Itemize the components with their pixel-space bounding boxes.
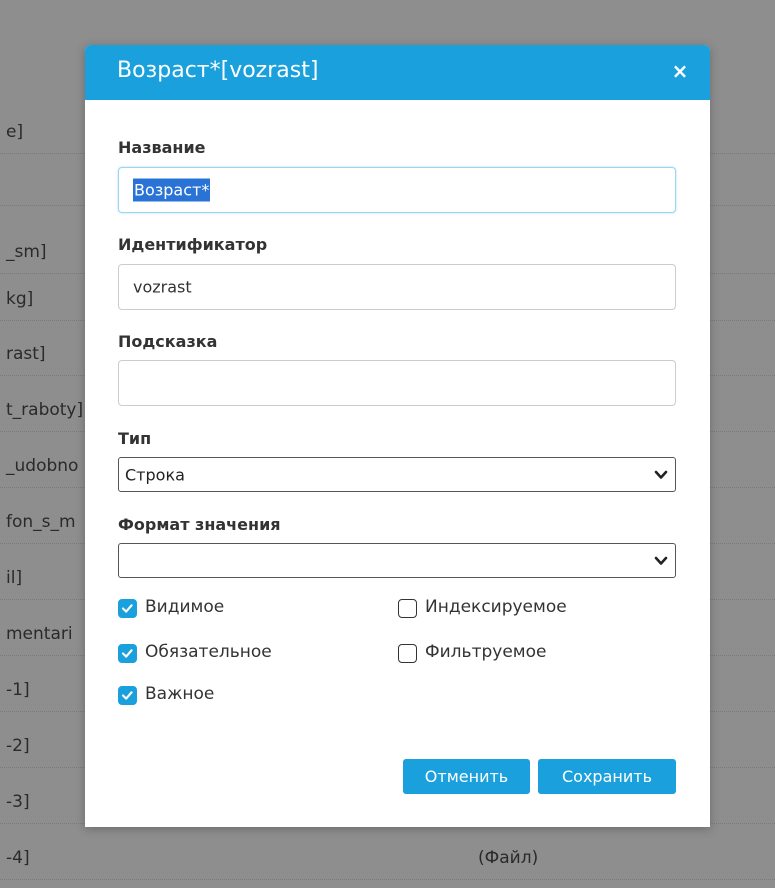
checkmark-icon: [118, 644, 137, 663]
field-edit-dialog: Возраст*[vozrast] × Название Возраст* Ид…: [85, 45, 710, 827]
required-checkbox[interactable]: Обязательное: [118, 641, 318, 667]
list-item-label: -4]: [6, 847, 30, 868]
name-input-value: Возраст*: [133, 178, 211, 202]
save-button[interactable]: Сохранить: [538, 759, 676, 794]
chevron-down-icon: [654, 470, 668, 479]
list-item-label: -1]: [6, 679, 30, 700]
list-item-label: e]: [6, 121, 24, 142]
list-item-label: il]: [6, 567, 23, 588]
dialog-title: Возраст*[vozrast]: [117, 58, 319, 83]
indexed-checkbox-label: Индексируемое: [425, 597, 567, 617]
type-select-value: Строка: [125, 465, 185, 484]
chevron-down-icon: [654, 556, 668, 565]
checkmark-icon: [118, 599, 137, 618]
list-item-label: -3]: [6, 791, 30, 812]
name-label: Название: [118, 138, 206, 157]
checkmark-icon: [118, 686, 137, 705]
list-item-label: _sm]: [6, 241, 47, 262]
visible-checkbox-label: Видимое: [145, 597, 225, 617]
checkbox-empty-icon: [398, 644, 417, 663]
checkbox-empty-icon: [398, 599, 417, 618]
name-input[interactable]: Возраст*: [118, 167, 676, 213]
list-item-label: fon_s_m: [6, 511, 76, 532]
hint-label: Подсказка: [118, 332, 218, 351]
dialog-header: Возраст*[vozrast] ×: [85, 45, 710, 100]
list-item-label: rast]: [6, 343, 46, 364]
type-select[interactable]: Строка: [118, 457, 676, 492]
required-checkbox-label: Обязательное: [145, 642, 272, 662]
list-item-label: -2]: [6, 735, 30, 756]
list-item-label: mentari: [6, 623, 73, 644]
identifier-input-value: vozrast: [133, 277, 192, 297]
list-item-type: (Файл): [478, 847, 539, 868]
list-item-label: _udobno: [6, 455, 79, 476]
important-checkbox[interactable]: Важное: [118, 683, 318, 709]
important-checkbox-label: Важное: [145, 684, 215, 704]
visible-checkbox[interactable]: Видимое: [118, 596, 318, 622]
list-item-label: t_raboty]: [6, 399, 84, 420]
cancel-button[interactable]: Отменить: [403, 759, 530, 794]
format-select[interactable]: [118, 543, 676, 578]
hint-input[interactable]: [118, 360, 676, 406]
filterable-checkbox-label: Фильтруемое: [425, 642, 547, 662]
filterable-checkbox[interactable]: Фильтруемое: [398, 641, 658, 667]
identifier-label: Идентификатор: [118, 235, 268, 254]
list-item-label: kg]: [6, 288, 34, 309]
indexed-checkbox[interactable]: Индексируемое: [398, 596, 658, 622]
list-item: -4] (Файл): [0, 836, 775, 880]
type-label: Тип: [118, 429, 152, 448]
identifier-input[interactable]: vozrast: [118, 264, 676, 310]
close-icon[interactable]: ×: [670, 61, 690, 81]
format-label: Формат значения: [118, 515, 281, 534]
